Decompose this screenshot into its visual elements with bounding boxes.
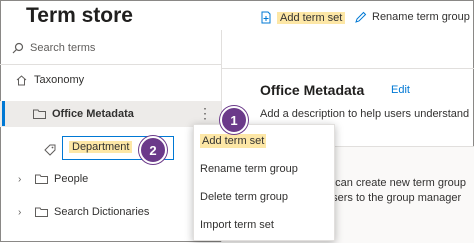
edit-link[interactable]: Edit (391, 84, 410, 96)
pencil-icon (355, 11, 367, 23)
more-options-icon[interactable]: ⋮ (198, 104, 212, 124)
group-heading: Office Metadata (260, 82, 365, 98)
search-box[interactable]: Search terms (12, 42, 95, 54)
search-input[interactable]: Search terms (30, 42, 95, 54)
search-icon (12, 42, 24, 54)
step-badge-1: 1 (220, 106, 248, 134)
nav-item-office-metadata[interactable]: Office Metadata (0, 101, 221, 127)
menu-item-rename-term-group[interactable]: Rename term group (194, 155, 334, 183)
menu-label: Import term set (200, 219, 274, 231)
home-icon (14, 74, 28, 86)
panel-line: users to the group manager (326, 192, 462, 204)
panel-line: o can create new term group (326, 177, 467, 189)
menu-item-add-term-set[interactable]: Add term set (194, 127, 334, 155)
menu-item-import-term-set[interactable]: Import term set (194, 211, 334, 239)
term-set-name-value: Department (69, 141, 133, 153)
folder-icon (32, 109, 46, 119)
nav-label-office-metadata: Office Metadata (52, 108, 134, 120)
folder-icon (34, 174, 48, 184)
context-menu: Add term set Rename term group Delete te… (193, 124, 335, 241)
rename-term-group-label: Rename term group (372, 11, 470, 23)
command-bar (222, 30, 474, 69)
add-document-icon (261, 11, 271, 24)
rename-term-group-button[interactable]: Rename term group (355, 11, 470, 23)
page-title: Term store (26, 4, 133, 27)
chevron-right-icon[interactable]: › (18, 174, 28, 185)
menu-label: Delete term group (200, 191, 289, 203)
nav-item-people[interactable]: › People (0, 166, 221, 192)
group-description: Add a description to help users understa… (260, 108, 470, 120)
add-term-set-button[interactable]: Add term set (260, 11, 346, 24)
nav-label-people: People (54, 173, 89, 185)
folder-icon (34, 207, 48, 217)
nav-label-search-dictionaries: Search Dictionaries (54, 206, 150, 218)
divider (0, 64, 221, 65)
chevron-right-icon[interactable]: › (18, 207, 28, 218)
nav-item-search-dictionaries[interactable]: › Search Dictionaries (0, 199, 221, 225)
add-term-set-label: Add term set (277, 11, 346, 24)
nav-label-taxonomy: Taxonomy (34, 74, 85, 86)
nav-item-taxonomy[interactable]: Taxonomy (0, 67, 221, 93)
selection-indicator (2, 101, 5, 126)
tag-icon (44, 143, 56, 161)
menu-item-delete-term-group[interactable]: Delete term group (194, 183, 334, 211)
menu-label: Add term set (200, 134, 267, 148)
menu-label: Rename term group (200, 163, 298, 175)
step-badge-2: 2 (139, 136, 167, 164)
